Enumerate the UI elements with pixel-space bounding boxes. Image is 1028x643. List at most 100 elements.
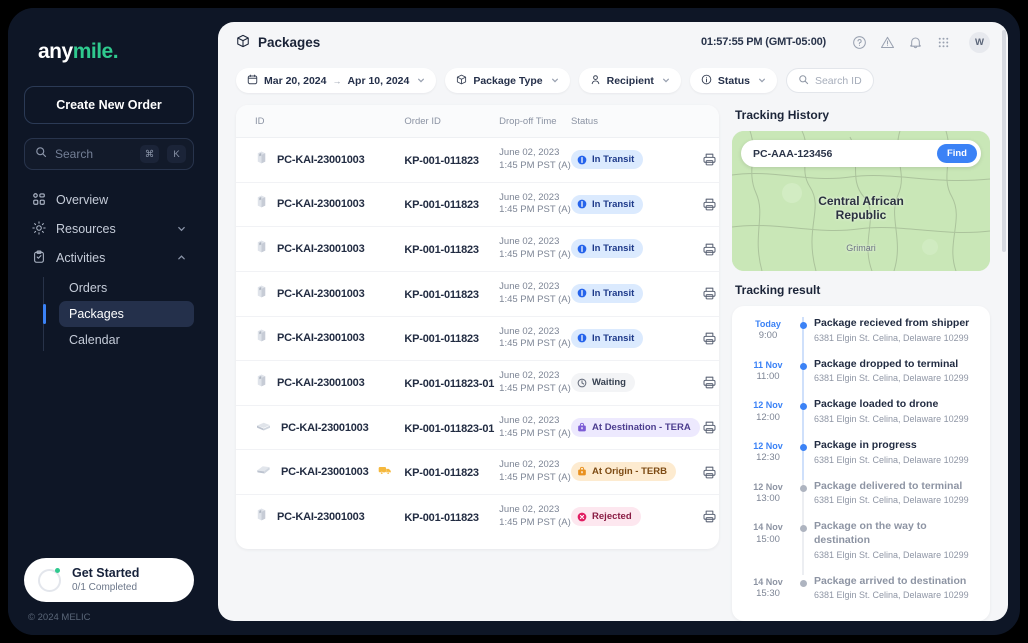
status-badge: In Transit [571,194,644,214]
table-row[interactable]: PC-KAI-23001003 KP-001-011823 June 02, 2… [236,271,719,317]
packages-table: ID Order ID Drop-off Time Status PC-KAI-… [236,105,719,539]
status-badge-label: At Origin - TERB [592,466,667,478]
chevron-up-icon[interactable] [177,253,186,264]
table-row[interactable]: PC-KAI-23001003 KP-001-011823 June 02, 2… [236,316,719,362]
user-icon [590,74,601,88]
avatar[interactable]: W [969,31,990,53]
box-icon [255,284,268,304]
printer-icon[interactable] [700,152,719,167]
table-header-row: ID Order ID Drop-off Time Status [236,105,719,138]
kbd-k: K [167,145,186,163]
table-row[interactable]: PC-KAI-23001003 KP-001-011823-01 June 02… [236,405,719,451]
timeline-date: 12 Nov [753,441,783,452]
timeline-body: Package loaded to drone 6381 Elgin St. C… [814,398,978,426]
package-id: PC-KAI-23001003 [281,421,369,434]
timeline-address: 6381 Elgin St. Celina, Delaware 10299 [814,414,969,425]
sidebar-item-orders[interactable]: Orders [59,275,194,301]
timeline-time-block: 11 Nov 11:00 [744,358,792,386]
printer-icon[interactable] [700,375,719,390]
id-cell: PC-KAI-23001003 [255,507,404,527]
col-actions [699,105,719,138]
cell-status: In Transit [571,226,700,272]
dropoff-date: June 02, 2023 [499,236,560,248]
status-badge-icon [577,378,587,388]
create-new-order-label: Create New Order [56,98,162,112]
timeline-date: 14 Nov [753,576,783,587]
printer-icon[interactable] [700,420,719,435]
tracking-id-input[interactable]: PC-AAA-123456 Find [741,140,981,167]
clock: 01:57:55 PM (GMT-05:00) [701,36,826,48]
table-row[interactable]: PC-KAI-23001003 KP-001-011823 June 02, 2… [236,137,719,183]
main-scrollbar[interactable] [1002,30,1006,613]
timeline-clock: 13:00 [756,492,780,504]
sidebar-search[interactable]: Search ⌘ K [24,138,194,170]
order-id: KP-001-011823 [404,333,479,346]
timeline-body: Package on the way to destination 6381 E… [814,520,978,561]
status-badge: In Transit [571,150,644,170]
bell-icon[interactable] [908,35,923,50]
sidebar-item-packages[interactable]: Packages [43,301,194,327]
timeline-time-block: 14 Nov 15:00 [744,520,792,561]
table-row[interactable]: PC-KAI-23001003 KP-001-011823 June 02, 2… [236,449,719,495]
date-range-filter[interactable]: Mar 20, 2024 → Apr 10, 2024 [236,68,437,93]
cell-order-id: KP-001-011823 [404,182,500,228]
table-row[interactable]: PC-KAI-23001003 KP-001-011823 June 02, 2… [236,495,719,539]
dropoff-time: 1:45 PM PST (A) [499,472,571,484]
printer-icon[interactable] [700,509,719,524]
col-id: ID [236,105,405,138]
date-from: Mar 20, 2024 [264,74,327,87]
id-cell: PC-KAI-23001003 [255,239,404,259]
sidebar-item-activities-label: Activities [56,251,106,265]
sidebar-item-activities[interactable]: Activities [24,244,194,272]
printer-icon[interactable] [700,331,719,346]
cell-order-id: KP-001-011823-01 [404,405,500,451]
package-cube-icon [456,74,467,88]
map-country-line2: Republic [835,208,887,223]
status-badge: In Transit [571,239,644,259]
timeline-title: Package loaded to drone [814,398,939,411]
timeline-address: 6381 Elgin St. Celina, Delaware 10299 [814,495,969,506]
timeline-title: Package recieved from shipper [814,317,970,329]
status-badge-label: In Transit [592,332,635,344]
timeline-event: 11 Nov 11:00 Package dropped to terminal… [744,357,978,399]
recipient-filter[interactable]: Recipient [578,68,681,93]
main-scrollbar-thumb[interactable] [1002,30,1006,252]
cell-id: PC-KAI-23001003 [236,226,405,272]
sidebar-item-calendar[interactable]: Calendar [59,327,194,353]
timeline-body: Package arrived to destination 6381 Elgi… [814,575,978,603]
tracking-map[interactable]: Central African Republic Grimari PC-AAA-… [732,131,990,271]
get-started-widget[interactable]: Get Started 0/1 Completed [24,558,194,602]
printer-icon[interactable] [700,242,719,257]
sidebar-item-calendar-label: Calendar [69,333,120,347]
search-id-input[interactable]: Search ID [785,68,874,93]
printer-icon[interactable] [700,197,719,212]
table-row[interactable]: PC-KAI-23001003 KP-001-011823-01 June 02… [236,360,719,406]
timeline-clock: 12:00 [756,411,780,423]
find-button[interactable]: Find [936,144,977,163]
timeline-axis [792,357,814,399]
table-row[interactable]: PC-KAI-23001003 KP-001-011823 June 02, 2… [236,182,719,228]
timeline-body: Package recieved from shipper 6381 Elgin… [814,317,978,345]
warning-triangle-icon[interactable] [880,35,895,50]
status-filter[interactable]: Status [689,68,777,93]
help-circle-icon[interactable] [852,35,867,50]
table-row[interactable]: PC-KAI-23001003 KP-001-011823 June 02, 2… [236,226,719,272]
apps-grid-icon[interactable] [936,35,951,50]
timeline-dot [799,484,807,492]
printer-icon[interactable] [700,465,719,480]
sidebar-item-overview[interactable]: Overview [24,186,194,214]
packages-table-card: ID Order ID Drop-off Time Status PC-KAI-… [236,105,719,549]
sidebar-item-resources[interactable]: Resources [24,215,194,243]
copyright: © 2024 MELIC [28,612,91,623]
printer-icon[interactable] [700,286,719,301]
brand-logo-any: any [38,40,73,63]
sidebar-item-overview-label: Overview [56,193,109,207]
timeline-address: 6381 Elgin St. Celina, Delaware 10299 [814,549,969,560]
timeline-date: 12 Nov [753,400,783,411]
cell-id: PC-KAI-23001003 [236,360,405,406]
chevron-down-icon[interactable] [177,224,186,235]
cell-id: PC-KAI-23001003 [236,137,405,183]
package-type-filter[interactable]: Package Type [445,68,570,93]
cell-print [700,495,719,539]
create-new-order-button[interactable]: Create New Order [24,86,194,124]
